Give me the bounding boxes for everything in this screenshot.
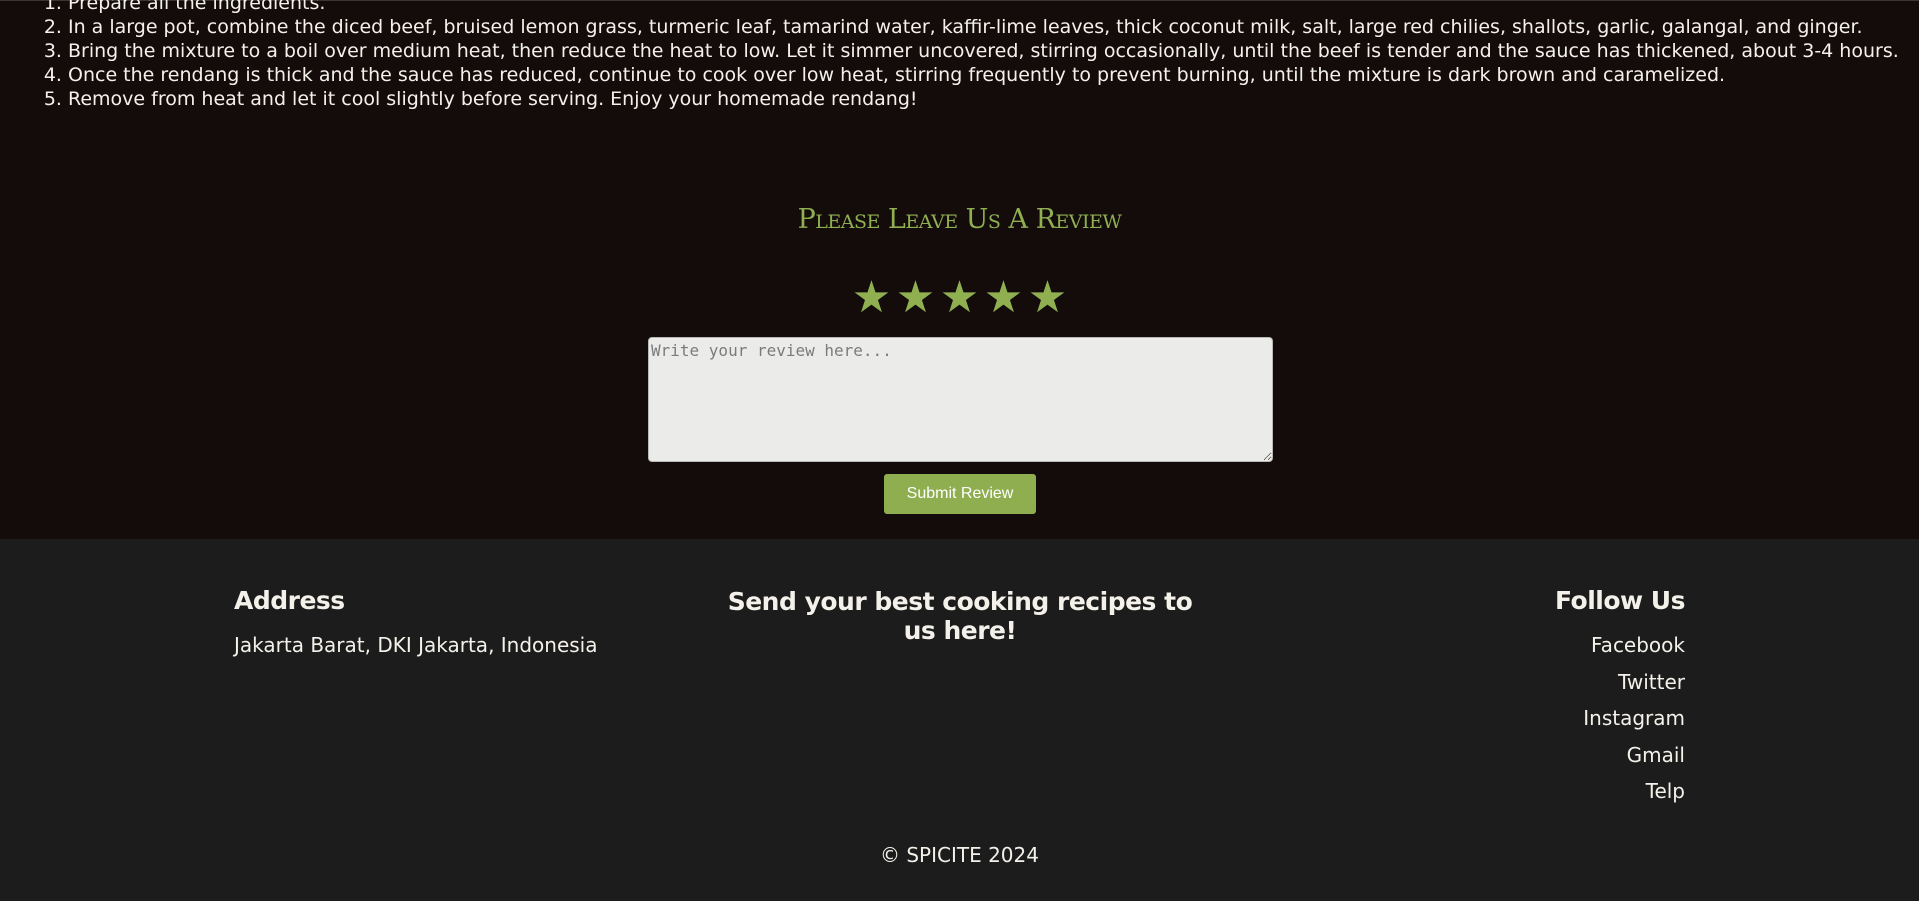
send-recipes-heading: Send your best cooking recipes to us her… — [727, 587, 1193, 645]
star-1-icon[interactable]: ★ — [850, 273, 894, 323]
social-item: Telp — [1555, 779, 1685, 804]
recipe-step: Prepare all the ingredients. — [68, 0, 1919, 15]
address-heading: Address — [234, 586, 345, 615]
submit-review-button[interactable]: Submit Review — [884, 474, 1036, 514]
facebook-link[interactable]: Facebook — [1591, 633, 1685, 657]
follow-us-heading: Follow Us — [1554, 586, 1686, 615]
twitter-link[interactable]: Twitter — [1618, 670, 1685, 694]
instagram-link[interactable]: Instagram — [1583, 706, 1685, 730]
social-item: Instagram — [1555, 706, 1685, 731]
footer-follow-column: Follow Us Facebook Twitter Instagram Gma… — [1554, 586, 1686, 816]
recipe-steps-list: Prepare all the ingredients. In a large … — [0, 0, 1919, 111]
footer: Address Jakarta Barat, DKI Jakarta, Indo… — [0, 539, 1919, 901]
recipe-step: Once the rendang is thick and the sauce … — [68, 63, 1919, 87]
review-title: Please Leave Us A Review — [797, 204, 1122, 235]
telp-link[interactable]: Telp — [1646, 779, 1685, 803]
social-item: Gmail — [1555, 743, 1685, 768]
social-item: Twitter — [1555, 670, 1685, 695]
star-3-icon[interactable]: ★ — [938, 273, 982, 323]
review-textarea[interactable] — [648, 337, 1273, 462]
recipe-step: In a large pot, combine the diced beef, … — [68, 15, 1919, 39]
recipe-step: Bring the mixture to a boil over medium … — [68, 39, 1919, 63]
star-4-icon[interactable]: ★ — [982, 273, 1026, 323]
star-rating[interactable]: ★ ★ ★ ★ ★ — [0, 273, 1919, 323]
copyright-text: © SPICITE 2024 — [880, 843, 1039, 867]
star-2-icon[interactable]: ★ — [894, 273, 938, 323]
footer-address-column: Address Jakarta Barat, DKI Jakarta, Indo… — [234, 586, 598, 657]
social-links-list: Facebook Twitter Instagram Gmail Telp — [1555, 633, 1685, 804]
gmail-link[interactable]: Gmail — [1627, 743, 1685, 767]
social-item: Facebook — [1555, 633, 1685, 658]
recipe-step: Remove from heat and let it cool slightl… — [68, 87, 1919, 111]
star-5-icon[interactable]: ★ — [1026, 273, 1070, 323]
address-text: Jakarta Barat, DKI Jakarta, Indonesia — [234, 633, 598, 657]
